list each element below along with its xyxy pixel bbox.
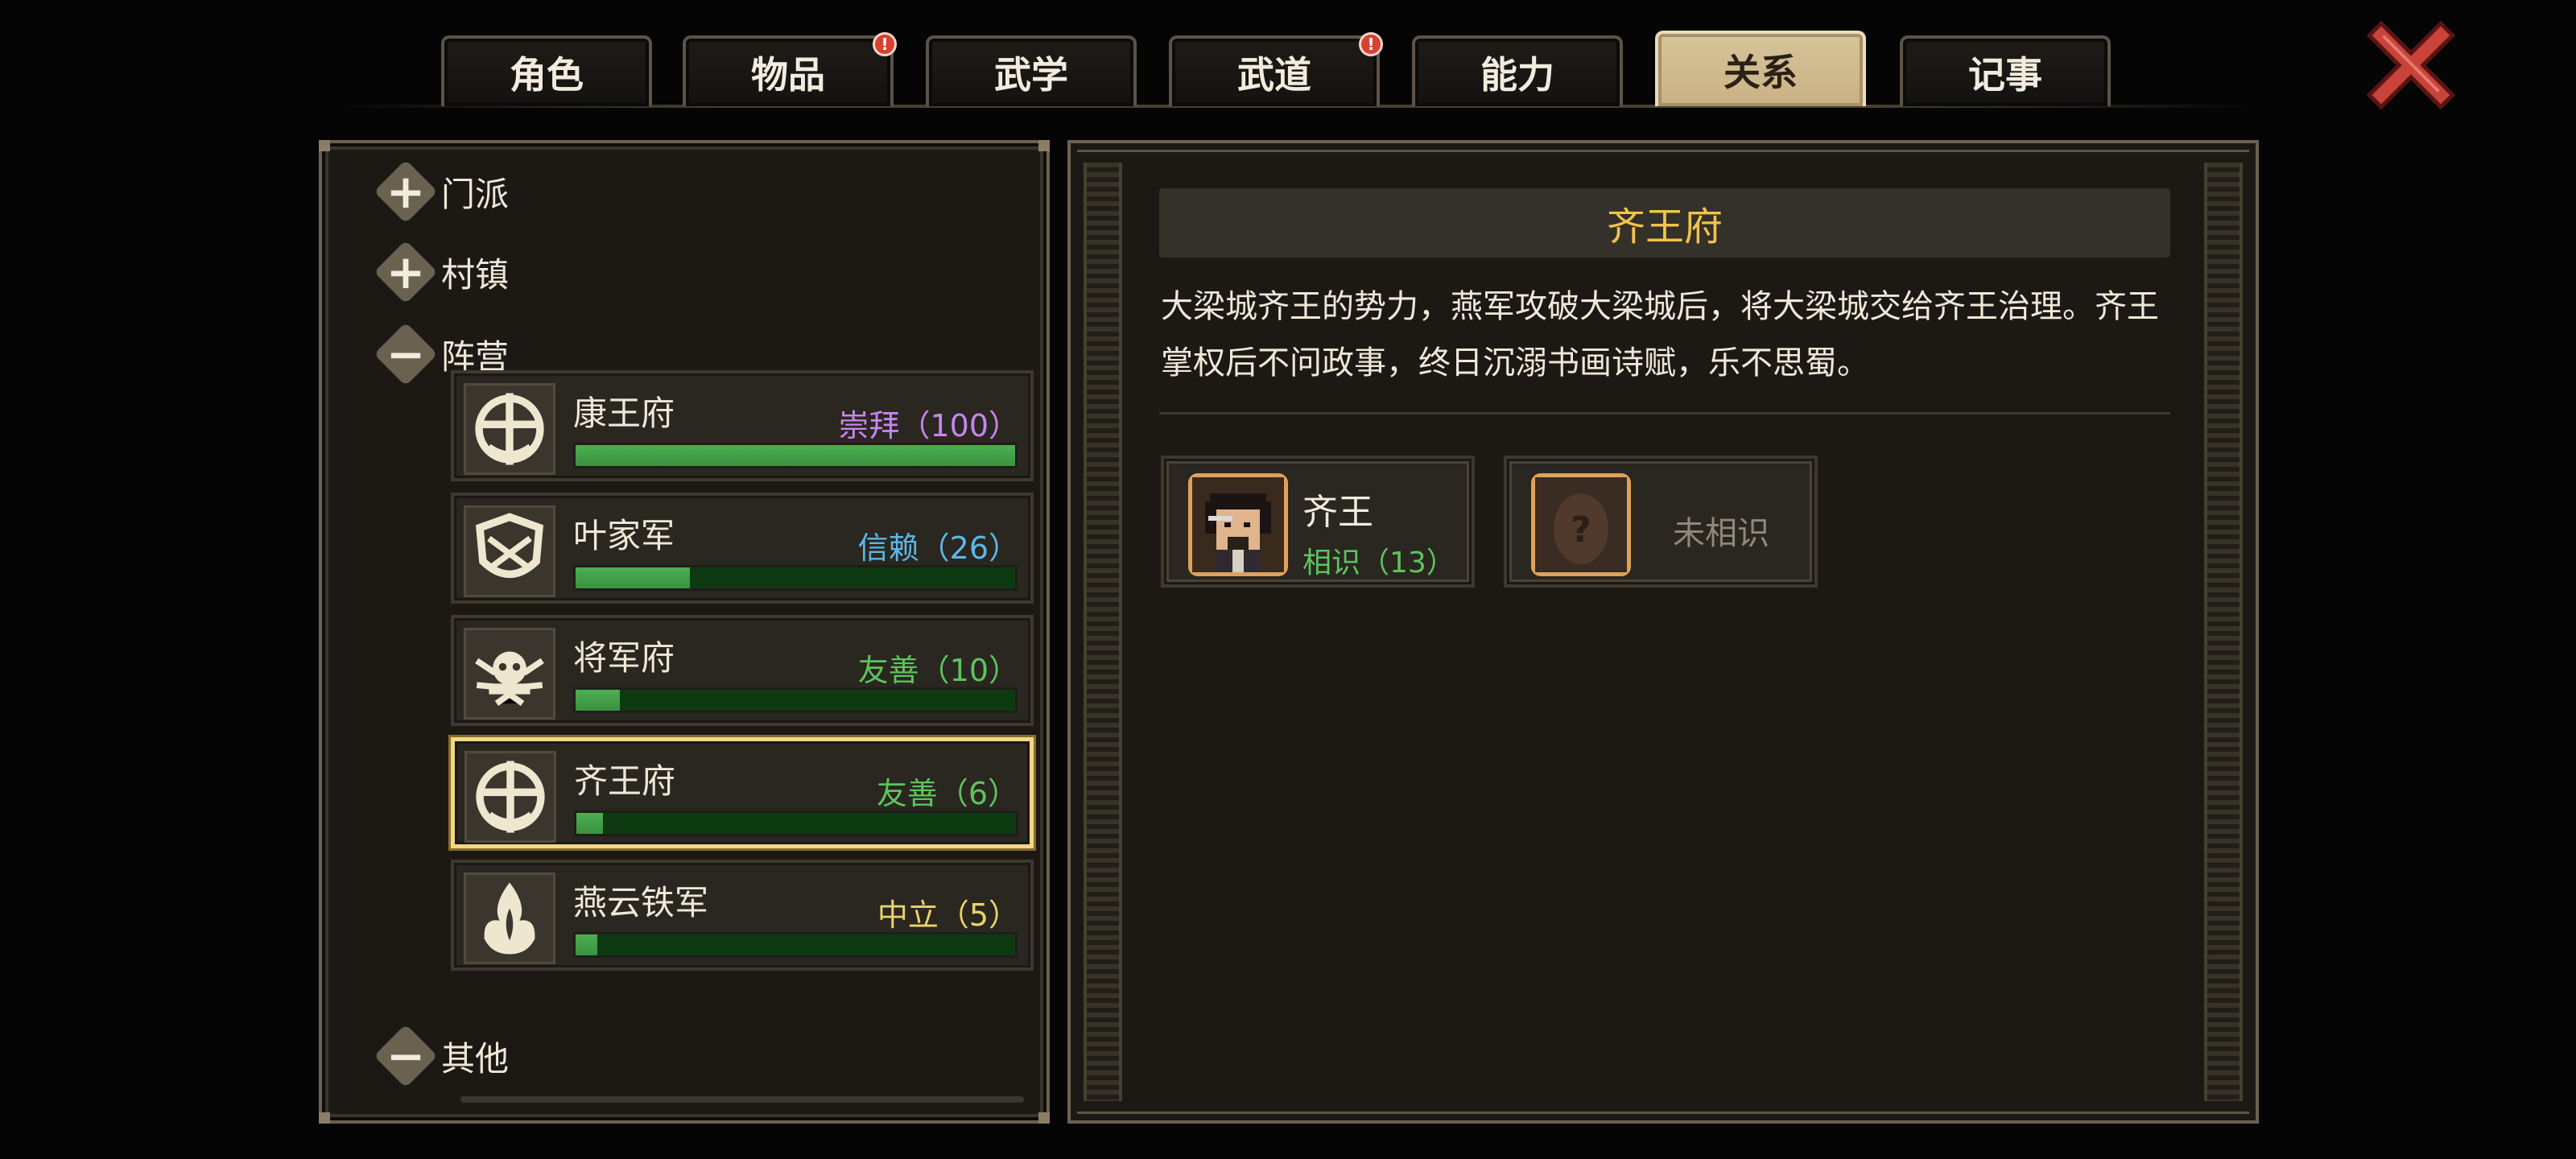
faction-standing: 友善（6） — [876, 776, 1018, 811]
npc-card-known[interactable]: 齐王 相识（13） — [1161, 456, 1475, 588]
notification-badge: ! — [1359, 32, 1383, 56]
group-label: 门派 — [441, 174, 510, 214]
faction-standing: 中立（5） — [877, 897, 1019, 933]
tab-label: 记事 — [1968, 53, 2042, 97]
frame-line — [1077, 150, 2249, 152]
beast-emblem-icon — [464, 628, 555, 720]
detail-title-bar: 齐王府 — [1159, 188, 2170, 258]
reputation-bar-fill — [576, 934, 598, 955]
flame-emblem-icon — [464, 872, 555, 964]
reputation-bar — [573, 932, 1018, 958]
tab-journal[interactable]: 记事 — [1900, 35, 2111, 106]
reputation-bar-fill — [576, 813, 603, 834]
tab-label: 物品 — [751, 53, 825, 97]
expand-icon: + — [374, 240, 438, 304]
faction-standing: 信赖（26） — [857, 530, 1019, 566]
faction-row[interactable]: 燕云铁军 中立（5） — [451, 860, 1034, 971]
tab-label: 武道 — [1237, 53, 1311, 97]
group-sect[interactable]: + 门派 — [374, 159, 510, 224]
character-portrait-icon — [1192, 477, 1284, 572]
faction-name: 齐王府 — [574, 761, 676, 801]
group-label: 村镇 — [441, 254, 510, 295]
group-label: 其他 — [441, 1038, 510, 1079]
faction-standing: 崇拜（100） — [838, 408, 1019, 443]
tab-label: 武学 — [994, 53, 1068, 97]
npc-portrait-unknown: ? — [1531, 473, 1631, 576]
top-tab-bar: 角色 物品 ! 武学 武道 ! 能力 关系 记事 — [0, 0, 2576, 113]
group-other[interactable]: − 其他 — [374, 1024, 510, 1088]
collapse-icon: − — [374, 322, 438, 386]
faction-list-panel: + 门派 + 村镇 − 阵营 康王府 崇拜（100） 叶家军 信赖（26） 将军府 友善（… — [319, 140, 1050, 1124]
relations-screen: 角色 物品 ! 武学 武道 ! 能力 关系 记事 + 门派 + 村镇 − 阵营 … — [0, 0, 2576, 1159]
collapse-icon: − — [374, 1024, 438, 1088]
unknown-silhouette-icon: ? — [1535, 477, 1627, 572]
panel-corner — [319, 1112, 330, 1124]
reputation-bar — [573, 565, 1018, 591]
faction-name: 将军府 — [573, 638, 675, 678]
reputation-bar-fill — [576, 567, 690, 588]
reputation-bar — [573, 443, 1018, 468]
tab-label: 角色 — [510, 53, 584, 97]
tab-items[interactable]: 物品 ! — [683, 32, 897, 106]
npc-relation-status: 未相识 — [1673, 515, 1769, 552]
tab-martial-arts[interactable]: 武学 — [926, 35, 1137, 106]
reputation-bar — [574, 810, 1018, 836]
decorative-border-left — [1084, 163, 1122, 1101]
detail-title: 齐王府 — [1606, 204, 1723, 250]
reputation-bar-fill — [576, 445, 1015, 466]
npc-card-unknown[interactable]: ? 未相识 — [1504, 456, 1818, 588]
faction-row[interactable]: 康王府 崇拜（100） — [451, 370, 1034, 481]
reputation-bar-fill — [576, 690, 620, 711]
tab-label: 能力 — [1480, 53, 1554, 97]
tab-character[interactable]: 角色 — [441, 35, 652, 106]
faction-detail-panel: 齐王府 大梁城齐王的势力，燕军攻破大梁城后，将大梁城交给齐王治理。齐王掌权后不问… — [1067, 140, 2259, 1124]
tab-abilities[interactable]: 能力 — [1412, 35, 1623, 106]
shield-emblem-icon — [464, 505, 555, 597]
scrollbar[interactable] — [460, 1096, 1024, 1103]
tab-martial-way[interactable]: 武道 ! — [1169, 32, 1383, 106]
reputation-bar — [573, 687, 1018, 713]
tab-relations[interactable]: 关系 — [1655, 31, 1866, 106]
svg-text:?: ? — [1571, 509, 1591, 551]
notification-badge: ! — [873, 32, 897, 56]
wheel-emblem-icon — [464, 383, 555, 475]
panel-corner — [319, 140, 330, 151]
close-icon — [2366, 20, 2456, 110]
detail-description: 大梁城齐王的势力，燕军攻破大梁城后，将大梁城交给齐王治理。齐王掌权后不问政事，终… — [1161, 288, 2159, 382]
faction-name: 燕云铁军 — [573, 883, 709, 922]
decorative-border-right — [2204, 163, 2243, 1101]
faction-name: 叶家军 — [573, 516, 675, 555]
faction-standing: 友善（10） — [857, 653, 1019, 688]
group-town[interactable]: + 村镇 — [374, 240, 510, 304]
wheel-emblem-icon — [464, 751, 556, 843]
npc-relation-status: 相识（13） — [1302, 547, 1455, 580]
divider — [1159, 412, 2170, 415]
panel-corner — [1038, 1112, 1050, 1124]
npc-name: 齐王 — [1302, 492, 1373, 533]
faction-row[interactable]: 齐王府 友善（6） — [451, 737, 1034, 848]
expand-icon: + — [374, 159, 438, 224]
faction-row[interactable]: 叶家军 信赖（26） — [451, 493, 1034, 604]
frame-line — [1077, 1112, 2249, 1114]
panel-corner — [1038, 140, 1050, 151]
faction-row[interactable]: 将军府 友善（10） — [451, 615, 1034, 726]
faction-name: 康王府 — [573, 394, 675, 433]
tab-label: 关系 — [1724, 51, 1798, 94]
close-button[interactable] — [2366, 20, 2456, 110]
npc-portrait — [1188, 473, 1288, 576]
